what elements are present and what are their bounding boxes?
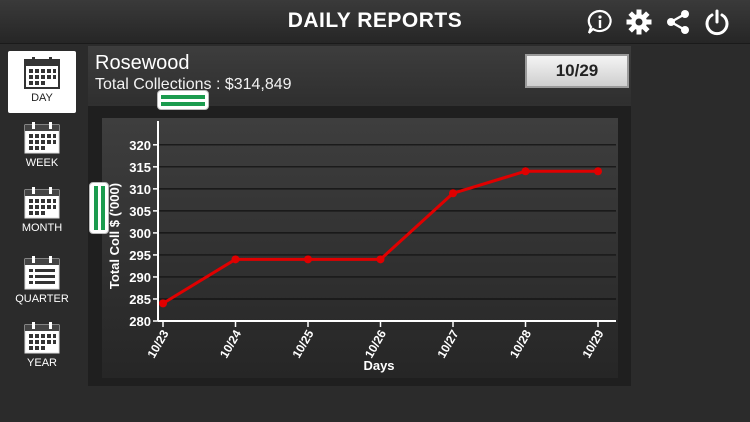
sidebar-item-day[interactable]: DAY bbox=[8, 51, 76, 113]
sidebar-item-quarter[interactable]: QUARTER bbox=[8, 250, 76, 312]
date-button[interactable]: 10/29 bbox=[525, 54, 629, 88]
data-point bbox=[594, 167, 602, 176]
line-chart: 280285290295300305310315320 10/23 10/24 10… bbox=[102, 118, 618, 378]
vertical-resize-handle[interactable] bbox=[89, 182, 109, 234]
y-tick-label: 285 bbox=[129, 292, 151, 307]
plot-background bbox=[102, 118, 618, 378]
y-tick-label: 290 bbox=[129, 270, 151, 285]
store-name: Rosewood bbox=[95, 52, 190, 74]
calendar-icon bbox=[24, 122, 60, 154]
sidebar-item-label: QUARTER bbox=[15, 293, 69, 305]
sidebar-item-label: WEEK bbox=[25, 157, 59, 169]
info-icon[interactable] bbox=[585, 7, 615, 37]
calendar-icon bbox=[24, 322, 60, 354]
sidebar-item-label: MONTH bbox=[21, 222, 63, 234]
sidebar: DAY WEEK MONTH QUARTER YEAR bbox=[0, 46, 86, 422]
top-bar: DAILY REPORTS bbox=[0, 0, 750, 44]
toolbar-icons bbox=[585, 7, 732, 37]
sidebar-item-label: DAY bbox=[31, 92, 53, 104]
data-point bbox=[231, 255, 240, 264]
calendar-icon bbox=[24, 57, 60, 89]
y-tick-label: 305 bbox=[129, 204, 151, 219]
gear-icon[interactable] bbox=[624, 7, 654, 37]
list-calendar-icon bbox=[24, 256, 60, 290]
y-tick-label: 280 bbox=[129, 314, 151, 329]
data-point bbox=[376, 255, 385, 264]
share-icon[interactable] bbox=[663, 7, 693, 37]
x-axis-label: Days bbox=[363, 358, 394, 373]
y-tick-label: 300 bbox=[129, 226, 151, 241]
data-point bbox=[304, 255, 312, 264]
data-point bbox=[449, 189, 457, 198]
sidebar-item-week[interactable]: WEEK bbox=[8, 116, 76, 178]
y-tick-label: 315 bbox=[129, 160, 151, 175]
chart-panel: 280 285 290 295 300 305 310 315 320 10/23 10/24 10… bbox=[88, 106, 631, 386]
sidebar-item-month[interactable]: MONTH bbox=[8, 181, 76, 243]
data-point bbox=[159, 299, 167, 308]
sidebar-item-year[interactable]: YEAR bbox=[8, 316, 76, 378]
sidebar-item-label: YEAR bbox=[27, 357, 57, 369]
y-tick-label: 320 bbox=[129, 138, 151, 153]
power-icon[interactable] bbox=[702, 7, 732, 37]
calendar-icon bbox=[24, 187, 60, 219]
y-tick-label: 310 bbox=[129, 182, 151, 197]
horizontal-resize-handle[interactable] bbox=[157, 90, 209, 110]
data-point bbox=[521, 167, 530, 176]
y-axis-label: Total Coll $ ('000) bbox=[107, 183, 122, 289]
y-tick-label: 295 bbox=[129, 248, 151, 263]
